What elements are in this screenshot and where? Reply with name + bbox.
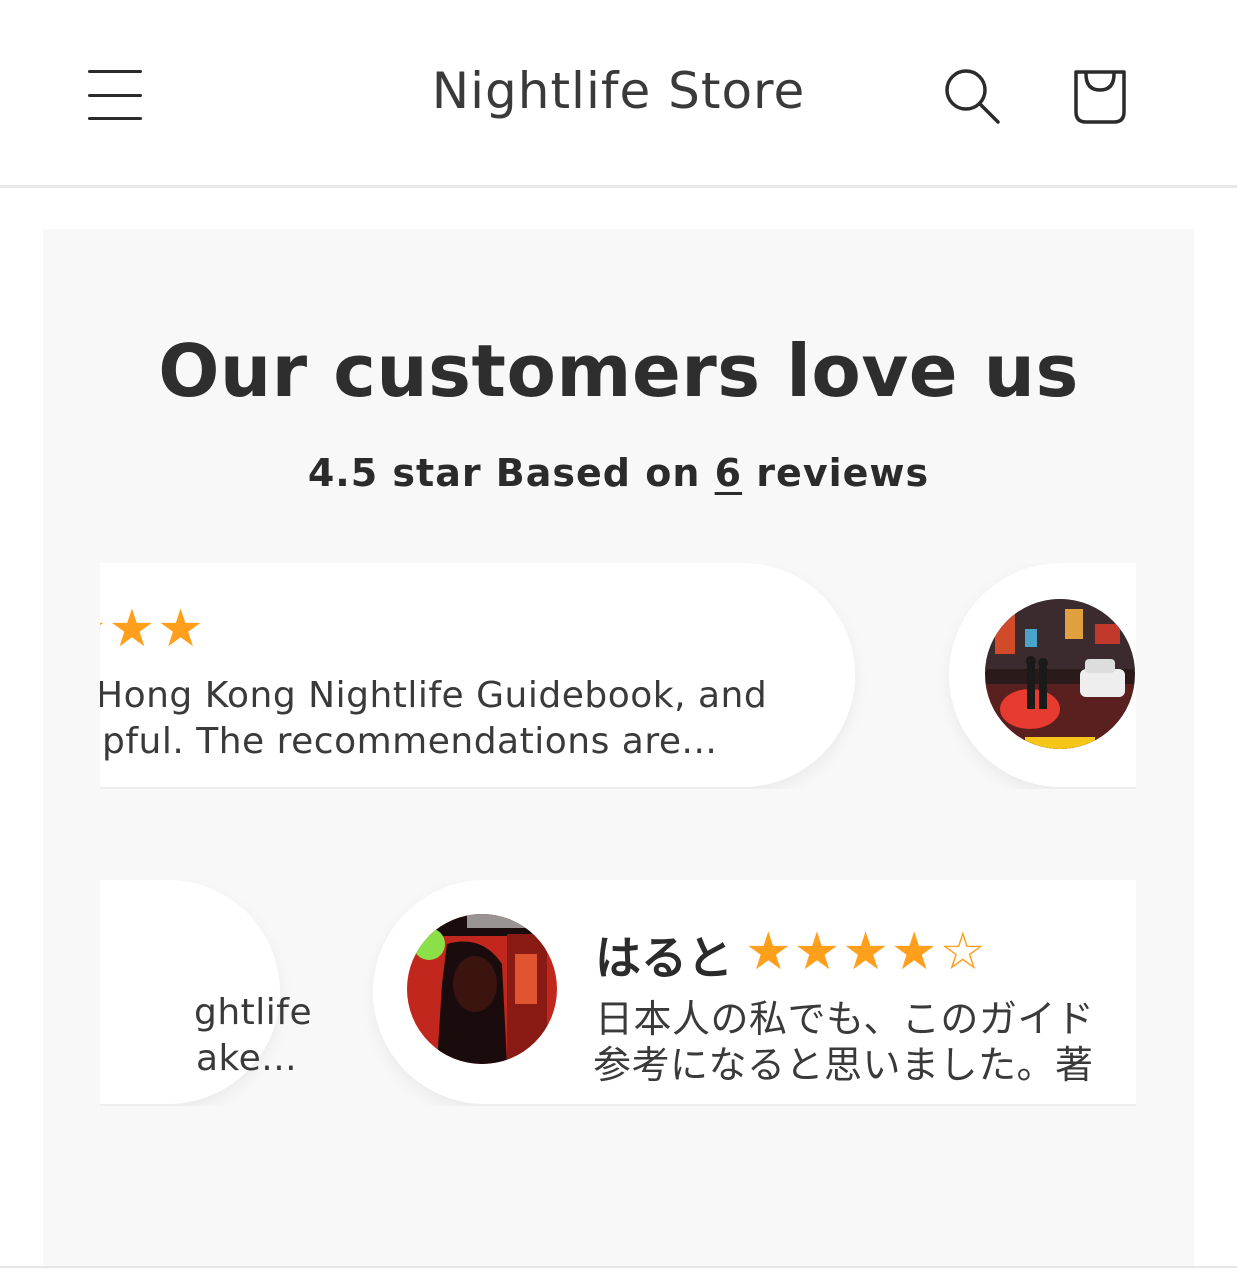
summary-prefix: 4.5 star Based on — [307, 451, 715, 495]
summary-suffix: reviews — [742, 451, 930, 495]
star-rating: ★★★★☆ — [745, 926, 988, 978]
star-rating: ★★★ — [100, 599, 206, 659]
reviewer-name: はると — [595, 931, 733, 985]
reviews-carousel-row-1[interactable]: ★★★ Hong Kong Nightlife Guidebook, and p… — [100, 563, 1136, 789]
empty-star-icon: ☆ — [939, 922, 989, 982]
review-text-line: ake... — [196, 1038, 298, 1079]
divider — [0, 1266, 1237, 1268]
review-text-line: 日本人の私でも、このガイド — [595, 997, 1095, 1041]
review-card[interactable]: ★★★ Hong Kong Nightlife Guidebook, and p… — [100, 563, 855, 787]
review-card[interactable]: はると ★★★★☆ 日本人の私でも、このガイド 参考になると思いました。著 — [373, 880, 1136, 1104]
review-card[interactable] — [949, 563, 1136, 787]
reviews-carousel-row-2[interactable]: ghtlife ake... はると ★★★★☆ 日本人の私でも、このガイド 参… — [100, 880, 1136, 1106]
search-icon[interactable] — [942, 66, 1002, 126]
filled-stars: ★★★★ — [745, 922, 940, 982]
review-text-line: pful. The recommendations are... — [102, 721, 718, 762]
review-card[interactable]: ghtlife ake... — [100, 880, 312, 1104]
rating-summary: 4.5 star Based on 6 reviews — [43, 451, 1194, 495]
section-title: Our customers love us — [158, 329, 1079, 413]
review-text-line: ghtlife — [194, 992, 313, 1033]
store-title[interactable]: Nightlife Store — [0, 62, 1237, 120]
shopping-bag-icon[interactable] — [1068, 64, 1132, 128]
reviewer-avatar — [407, 914, 557, 1064]
site-header: Nightlife Store — [0, 0, 1237, 188]
reviewer-avatar — [985, 599, 1135, 749]
review-count-link[interactable]: 6 — [715, 451, 742, 495]
review-text-line: 参考になると思いました。著 — [593, 1043, 1094, 1087]
review-text-line: Hong Kong Nightlife Guidebook, and — [100, 675, 768, 716]
